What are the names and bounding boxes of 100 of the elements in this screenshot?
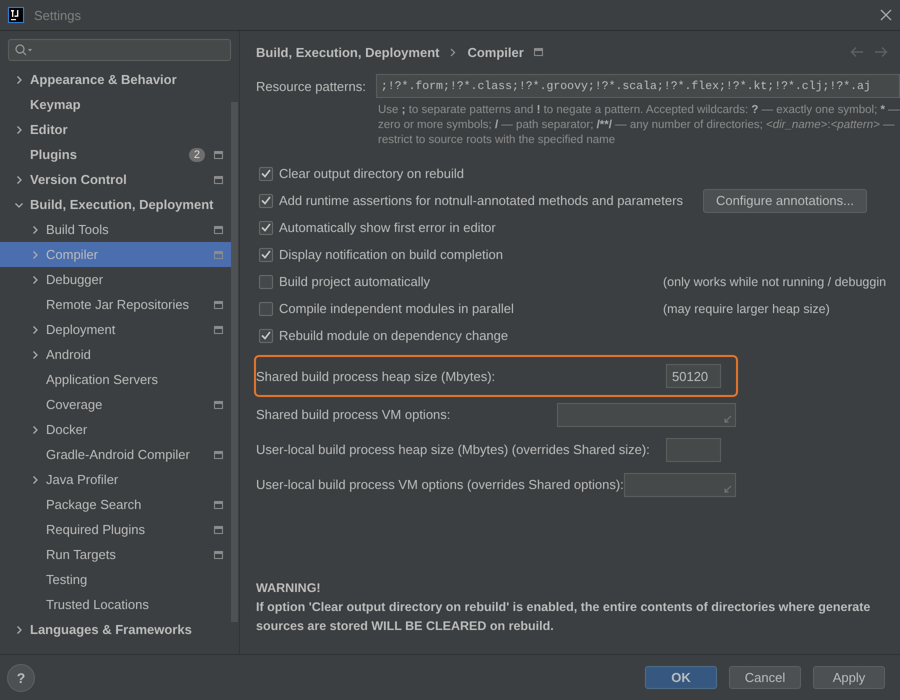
tree-item-label: Debugger <box>46 272 104 287</box>
checkbox[interactable] <box>259 274 273 288</box>
tree-item[interactable]: Appearance & Behavior <box>0 67 231 92</box>
app-logo-icon <box>8 7 24 23</box>
tree-item-label: Coverage <box>46 397 104 412</box>
input-field[interactable] <box>624 472 736 496</box>
tree-item[interactable]: Keymap <box>0 92 231 117</box>
checkbox-label: Add runtime assertions for notnull-annotated methods and parameters <box>279 193 683 208</box>
window-title: Settings <box>34 8 82 22</box>
tree-item-label: Editor <box>30 122 69 137</box>
tree-item-label: Android <box>46 347 92 362</box>
project-icon <box>214 526 222 534</box>
input-field[interactable]: 50120 <box>666 364 721 388</box>
checkbox-label: Compile independent modules in parallel <box>279 301 514 316</box>
project-icon <box>214 150 222 158</box>
checkbox-label: Automatically show first error in editor <box>279 220 496 235</box>
tree-item[interactable]: Languages & Frameworks <box>0 617 231 642</box>
configure-button[interactable]: Configure annotations... <box>702 188 867 212</box>
field-label: Resource patterns: <box>256 78 366 94</box>
tree-item[interactable]: Build, Execution, Deployment <box>0 192 231 217</box>
tree-item[interactable]: Application Servers <box>0 367 231 392</box>
tree-item[interactable]: Run Targets <box>0 542 231 567</box>
chevron-right-icon[interactable] <box>14 624 24 634</box>
checkbox-label: Build project automatically <box>279 274 430 289</box>
tree-item-label: Remote Jar Repositories <box>46 297 190 312</box>
project-icon <box>214 500 222 508</box>
note-text: (only works while not running / debuggin <box>663 274 886 288</box>
chevron-right-icon[interactable] <box>30 324 40 334</box>
dialog-button[interactable]: Cancel <box>729 666 801 689</box>
tree-item[interactable]: Build Tools <box>0 217 231 242</box>
chevron-right-icon[interactable] <box>30 424 40 434</box>
tree-item[interactable]: Required Plugins <box>0 517 231 542</box>
project-icon <box>214 450 222 458</box>
checkbox-label: Rebuild module on dependency change <box>279 328 508 343</box>
chevron-right-icon[interactable] <box>30 350 40 360</box>
chevron-right-icon[interactable] <box>30 474 40 484</box>
tree-item-label: Version Control <box>30 172 128 187</box>
tree-item[interactable]: Coverage <box>0 392 231 417</box>
resource-patterns-field[interactable]: ;!?*.form;!?*.class;!?*.groovy;!?*.scala;!?*.flex;!?*.kt;!?*.clj;!?*.aj <box>376 74 900 98</box>
project-icon <box>534 48 543 56</box>
tree-item[interactable]: Testing <box>0 567 231 592</box>
chevron-right-icon[interactable] <box>30 224 40 234</box>
help-button[interactable]: ? <box>7 664 35 692</box>
dialog-button[interactable]: OK <box>645 666 717 689</box>
checkbox[interactable] <box>259 328 273 342</box>
checkbox[interactable] <box>259 194 273 208</box>
field-label: User-local build process heap size (Mbytes) (overrides Shared size): <box>256 442 651 457</box>
tree-item-label: Gradle-Android Compiler <box>46 447 191 462</box>
checkbox-label: Display notification on build completion <box>279 247 504 262</box>
tree-item[interactable]: Trusted Locations <box>0 592 231 617</box>
tree-item[interactable]: Android <box>0 342 231 367</box>
input-field[interactable] <box>556 402 736 426</box>
checkbox[interactable] <box>259 166 273 180</box>
tree-item-label: Build, Execution, Deployment <box>30 197 214 212</box>
count-badge: 2 <box>188 148 205 162</box>
tree-item[interactable]: Gradle-Android Compiler <box>0 442 231 467</box>
warning-text: If option 'Clear output directory on rebuild' is enabled, the entire contents of directories where generate sources are stored WILL BE CLEARED on rebuild. <box>256 599 872 635</box>
checkbox[interactable] <box>259 248 273 262</box>
checkbox[interactable] <box>259 220 273 234</box>
scrollbar[interactable] <box>231 102 238 622</box>
chevron-right-icon[interactable] <box>14 174 24 184</box>
breadcrumb-current: Compiler <box>467 44 524 60</box>
checkbox[interactable] <box>259 302 273 316</box>
tree-item[interactable]: Remote Jar Repositories <box>0 292 231 317</box>
project-icon <box>214 326 222 334</box>
tree-item-label: Build Tools <box>46 222 110 237</box>
tree-item-label: Java Profiler <box>46 472 120 487</box>
chevron-right-icon[interactable] <box>14 124 24 134</box>
tree-item-label: Run Targets <box>46 547 117 562</box>
tree-item-label: Languages & Frameworks <box>30 622 193 637</box>
tree-item-label: Keymap <box>30 97 82 112</box>
field-label: Shared build process heap size (Mbytes): <box>256 368 496 384</box>
tree-item[interactable]: Package Search <box>0 492 231 517</box>
search-icon <box>15 44 33 56</box>
chevron-right-icon[interactable] <box>14 74 24 84</box>
close-icon[interactable] <box>880 9 892 21</box>
warning-title: WARNING! <box>256 580 322 597</box>
tree-item[interactable]: Plugins 2 <box>0 142 231 167</box>
input-field[interactable] <box>666 438 721 462</box>
tree-item-label: Plugins <box>30 147 78 162</box>
breadcrumb-link[interactable]: Build, Execution, Deployment <box>256 44 440 60</box>
dialog-button[interactable]: Apply <box>813 666 885 689</box>
tree-item-label: Deployment <box>46 322 116 337</box>
tree-item-label: Package Search <box>46 497 142 512</box>
project-icon <box>214 250 222 258</box>
tree-item-label: Docker <box>46 422 88 437</box>
field-label: Shared build process VM options: <box>256 407 452 422</box>
tree-item[interactable]: Version Control <box>0 167 231 192</box>
project-icon <box>214 400 222 408</box>
tree-item[interactable]: Java Profiler <box>0 467 231 492</box>
tree-item-label: Testing <box>46 572 88 587</box>
chevron-right-icon[interactable] <box>30 274 40 284</box>
tree-item[interactable]: Debugger <box>0 267 231 292</box>
tree-item[interactable]: Deployment <box>0 317 231 342</box>
search-field[interactable] <box>8 39 231 61</box>
tree-item[interactable]: Editor <box>0 117 231 142</box>
field-label: User-local build process VM options (overrides Shared options): <box>256 477 624 492</box>
project-icon <box>214 550 222 558</box>
tree-item-label: Trusted Locations <box>46 597 150 612</box>
tree-item[interactable]: Docker <box>0 417 231 442</box>
